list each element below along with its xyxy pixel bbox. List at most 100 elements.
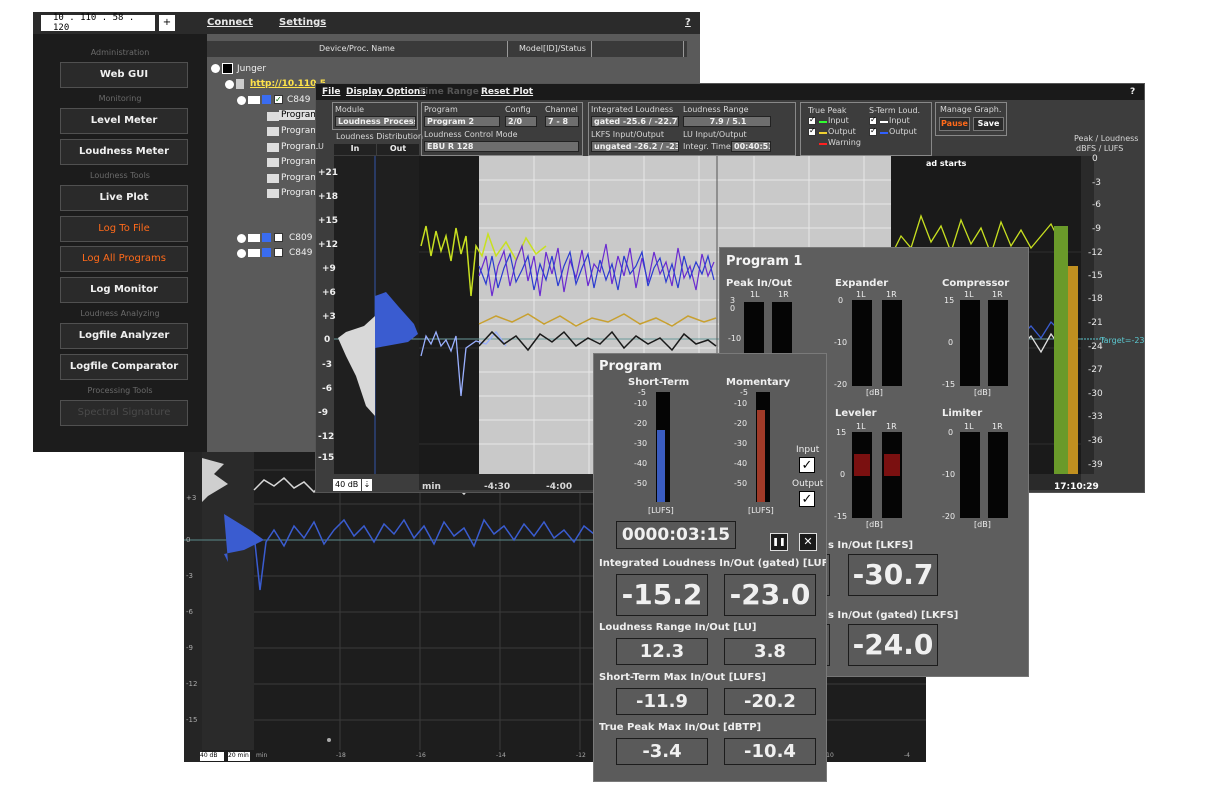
module-checkbox[interactable] [274, 233, 283, 242]
expand-icon[interactable] [237, 234, 246, 243]
db-unit: [dB] [866, 520, 883, 529]
config-label: Config [505, 105, 531, 114]
tpmax-in-value: -3.4 [616, 738, 708, 765]
program-title: Program [599, 359, 662, 374]
module-node[interactable]: C849 [289, 248, 312, 258]
collapse-icon[interactable] [225, 80, 234, 89]
level-meter-button[interactable]: Level Meter [60, 108, 188, 134]
sterm-output-checkbox[interactable] [869, 126, 877, 136]
program-item[interactable]: Program [281, 142, 319, 152]
menu-settings[interactable]: Settings [279, 17, 326, 28]
back-axis-label: min [256, 752, 268, 759]
output-checkbox[interactable]: ✓ [799, 491, 815, 507]
program-item[interactable]: Program [281, 188, 319, 198]
col-device-name[interactable]: Device/Proc. Name [319, 44, 395, 53]
loudness-meter-button[interactable]: Loudness Meter [60, 139, 188, 165]
sterm-output-swatch [880, 132, 888, 134]
short-term-label: Short-Term [628, 377, 690, 388]
time-axis-label: -4:00 [546, 482, 573, 492]
back-axis-label: -12 [576, 752, 586, 759]
sterm-input-checkbox[interactable] [869, 115, 877, 125]
module-node[interactable]: C849 [287, 95, 310, 105]
pause-icon[interactable]: ❚❚ [770, 533, 788, 551]
help-button[interactable]: ? [685, 17, 691, 28]
ch-label: 1R [886, 290, 897, 299]
lu-label: LU Input/Output [683, 130, 747, 139]
ch-label: 1L [856, 290, 866, 299]
program-value[interactable]: Program 2 [424, 116, 500, 127]
program-item[interactable]: Program [281, 173, 319, 183]
logfile-analyzer-button[interactable]: Logfile Analyzer [60, 323, 188, 349]
right-tick: -3 [1092, 178, 1101, 188]
comp-tick: 0 [948, 338, 954, 347]
output-color-swatch [819, 132, 827, 134]
collapse-icon[interactable] [237, 96, 246, 105]
true-peak-input-checkbox[interactable] [808, 115, 816, 125]
program-item[interactable]: Program [281, 157, 319, 167]
st-tick: -30 [634, 439, 648, 448]
db-unit: [dB] [974, 520, 991, 529]
col-model-status[interactable]: Model[ID]/Status [519, 44, 586, 53]
program1-value-2: -24.0 [848, 624, 938, 666]
lev-tick: 15 [836, 428, 847, 437]
module-checkbox[interactable]: ✓ [274, 95, 283, 104]
back-range-select[interactable]: 20 min [228, 752, 250, 761]
logfile-comparator-button[interactable]: Logfile Comparator [60, 354, 188, 380]
close-icon[interactable]: ✕ [799, 533, 817, 551]
tree-root[interactable]: Junger [237, 64, 266, 74]
back-db-select[interactable]: 40 dB [200, 752, 224, 761]
db-range-select[interactable]: 40 dB [333, 479, 361, 491]
exp-tick: 0 [838, 296, 844, 305]
input-checkbox[interactable]: ✓ [799, 457, 815, 473]
back-tick: -6 [186, 608, 193, 616]
ip-add-button[interactable]: + [159, 15, 175, 31]
module-label: Module [335, 105, 365, 114]
spectral-signature-button[interactable]: Spectral Signature [60, 400, 188, 426]
left-tick: -15 [318, 453, 335, 463]
input-color-swatch [819, 121, 827, 123]
live-plot-button[interactable]: Live Plot [60, 185, 188, 211]
lu-unit: LU [316, 142, 324, 151]
section-processing-tools: Processing Tools [87, 386, 153, 395]
menu-time-range[interactable]: Time Range [419, 87, 479, 97]
module-node[interactable]: C809 [289, 233, 312, 243]
right-axis-unit: dBFS / LUFS [1076, 144, 1124, 153]
right-tick: -33 [1088, 412, 1103, 422]
output-label: Output [792, 479, 824, 489]
program-item[interactable]: Program [281, 126, 319, 136]
menu-connect[interactable]: Connect [207, 17, 253, 28]
db-range-dropdown-icon[interactable]: ⇣ [362, 479, 372, 491]
peak-tick: 0 [730, 304, 736, 313]
ip-address-input[interactable]: 10 . 110 . 58 . 120 [41, 13, 155, 33]
momentary-label: Momentary [726, 377, 791, 388]
log-to-file-button[interactable]: Log To File [60, 216, 188, 242]
save-button[interactable]: Save [973, 117, 1004, 131]
module-value[interactable]: Loudness Process [335, 116, 416, 127]
db-unit: [dB] [974, 388, 991, 397]
log-all-programs-button[interactable]: Log All Programs [60, 246, 188, 272]
range-value: 7.9 / 5.1 [683, 116, 771, 127]
menu-display-options[interactable]: Display Options [346, 87, 426, 97]
collapse-icon[interactable] [211, 64, 220, 73]
live-plot-help[interactable]: ? [1130, 87, 1135, 97]
m-tick: -10 [734, 399, 748, 408]
m-tick: -5 [740, 388, 748, 397]
back-tick: -12 [186, 680, 198, 688]
menu-file[interactable]: File [322, 87, 340, 97]
ch-label: 1R [886, 422, 897, 431]
channel-value: 7 - 8 [545, 116, 579, 127]
lim-tick: -10 [942, 470, 956, 479]
ch-label: 1L [856, 422, 866, 431]
menu-reset-plot[interactable]: Reset Plot [481, 87, 533, 97]
true-peak-output-checkbox[interactable] [808, 126, 816, 136]
peak-inout-label: Peak In/Out [726, 278, 792, 289]
module-icon [248, 96, 260, 104]
web-gui-button[interactable]: Web GUI [60, 62, 188, 88]
expand-icon[interactable] [237, 249, 246, 258]
pause-button[interactable]: Pause [939, 117, 970, 131]
exp-tick: -10 [834, 338, 848, 347]
m-tick: -40 [734, 459, 748, 468]
junger-logo-icon [222, 63, 233, 74]
module-checkbox[interactable] [274, 248, 283, 257]
log-monitor-button[interactable]: Log Monitor [60, 277, 188, 303]
